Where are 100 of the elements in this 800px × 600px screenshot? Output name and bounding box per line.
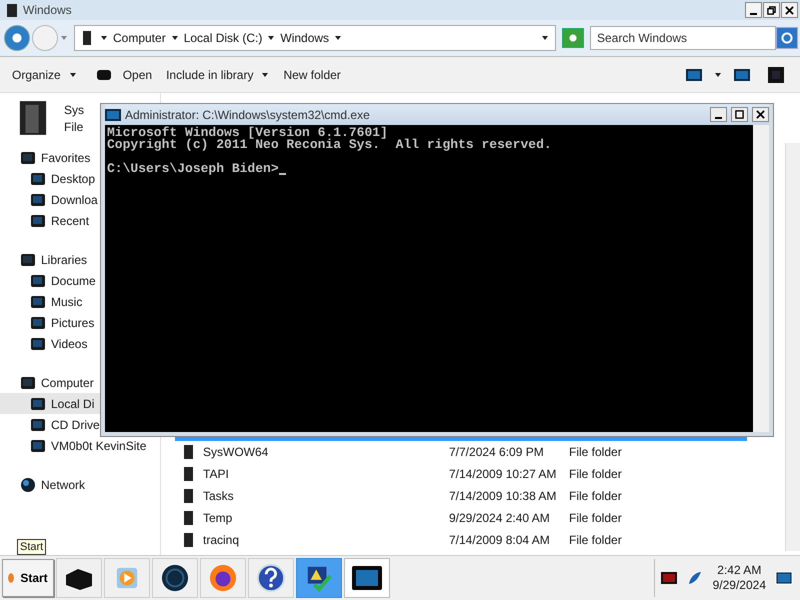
browser-icon [209,564,237,592]
file-row[interactable]: tracinq 7/14/2009 8:04 AM File folder [175,529,747,551]
search-button[interactable] [776,27,798,49]
close-button[interactable] [752,107,769,122]
maximize-icon [735,110,744,119]
nav-item[interactable]: Favorites [41,150,90,164]
file-type: File folder [569,489,623,503]
file-name: Tasks [203,489,235,503]
caret-icon [68,70,77,78]
file-row[interactable]: TAPI 7/14/2009 10:27 AM File folder [175,463,747,485]
start-tooltip: Start [17,539,46,555]
command-prompt[interactable]: C:\Users\Joseph Biden> [107,163,279,175]
file-date: 7/14/2009 10:38 AM [449,489,558,503]
clock-time[interactable]: 2:42 AM [717,563,762,578]
file-row[interactable]: SysWOW64 7/7/2024 6:09 PM File folder [175,441,747,463]
file-row[interactable]: Temp 9/29/2024 2:40 AM File folder [175,507,747,529]
file-type: File folder [569,445,623,459]
address-bar[interactable]: Computer Local Disk (C:) Windows [74,25,556,51]
caret-icon[interactable] [334,34,342,42]
nav-item[interactable]: Pictures [51,316,94,330]
close-icon [785,6,794,14]
monitor-icon [352,566,382,590]
taskbar-app[interactable] [152,558,198,598]
taskbar-app[interactable] [200,558,246,598]
close-button[interactable] [781,2,798,18]
maximize-button[interactable] [731,107,748,122]
start-button[interactable]: Start [2,559,54,597]
nav-item[interactable]: Desktop [51,172,96,186]
toolbar-button[interactable]: Organize [8,64,81,84]
folder-icon [18,98,48,138]
file-date: 7/7/2024 6:09 PM [449,445,545,459]
folder-icon [20,252,36,268]
file-date: 7/14/2009 8:04 AM [449,533,551,547]
taskbar-app[interactable] [344,558,390,598]
restore-icon [767,6,776,14]
clock-date[interactable]: 9/29/2024 [712,578,766,593]
breadcrumb-item[interactable]: Windows [280,31,330,45]
file-date: 9/29/2024 2:40 AM [449,511,551,525]
folder-icon [30,294,46,310]
minimize-button[interactable] [710,107,727,122]
taskbar-app[interactable] [296,558,342,598]
nav-item[interactable]: Docume [51,274,96,288]
breadcrumb-item[interactable]: Computer [113,31,166,45]
nav-item[interactable]: Libraries [41,252,88,266]
refresh-button[interactable] [562,28,584,48]
toolbar-button[interactable]: Open [118,64,156,84]
help-icon [257,564,285,592]
toolbar-button[interactable]: Include in library [162,64,274,84]
file-name: TAPI [203,467,230,481]
file-row[interactable]: Tasks 7/14/2009 10:38 AM File folder [175,485,747,507]
media-player-icon [115,566,139,590]
window-title: Administrator: C:\Windows\system32\cmd.exe [125,108,370,122]
back-button[interactable] [4,25,30,51]
show-desktop-icon[interactable] [776,570,792,586]
nav-item[interactable]: Local Di [51,396,94,410]
selected-item-type: File [64,120,84,134]
breadcrumb-item[interactable]: Local Disk (C:) [184,31,262,45]
folder-icon [30,396,46,412]
folder-icon [30,314,46,330]
nav-item[interactable]: Downloa [51,192,98,206]
folder-icon [20,374,36,390]
folder-icon [30,272,46,288]
console-icon [105,108,121,120]
window-title: Windows [23,3,72,17]
taskbar-app[interactable] [56,558,102,598]
caret-icon[interactable] [170,34,179,42]
restore-button[interactable] [763,2,780,18]
minimize-icon [715,117,722,119]
folder-icon [30,192,46,208]
caret-icon[interactable] [714,70,722,78]
nav-item[interactable]: Music [51,294,82,308]
nav-item[interactable]: Videos [51,336,88,350]
scrollbar[interactable] [753,125,769,432]
caret-icon [261,70,270,78]
battery-icon[interactable] [660,572,677,584]
folder-icon [30,416,46,432]
caret-icon[interactable] [100,34,108,42]
minimize-button[interactable] [745,2,762,18]
file-type: File folder [569,511,623,525]
folder-icon [30,212,46,228]
caret-icon[interactable] [267,34,276,42]
file-name: tracinq [203,533,240,547]
file-name: Temp [203,511,234,525]
taskbar-app[interactable] [248,558,294,598]
search-field[interactable]: Search Windows [590,26,776,50]
nav-item[interactable]: Computer [41,376,94,390]
caret-icon[interactable] [541,34,549,42]
preview-pane-icon[interactable] [734,68,750,80]
scrollbar[interactable] [785,143,800,551]
close-icon [756,110,765,119]
file-date: 7/14/2009 10:27 AM [449,467,558,481]
nav-item[interactable]: Recent [51,214,90,228]
nav-item[interactable]: Network [41,478,86,492]
view-icon[interactable] [686,68,702,80]
console-output-line: Microsoft Windows [Version 6.1.7601] [107,125,388,140]
nav-item[interactable]: CD Drive [51,418,100,432]
folder-icon [30,438,46,454]
file-name: SysWOW64 [203,445,270,459]
nav-item[interactable]: VM0b0t KevinSite [51,438,146,452]
toolbar-button[interactable]: New folder [279,64,345,84]
